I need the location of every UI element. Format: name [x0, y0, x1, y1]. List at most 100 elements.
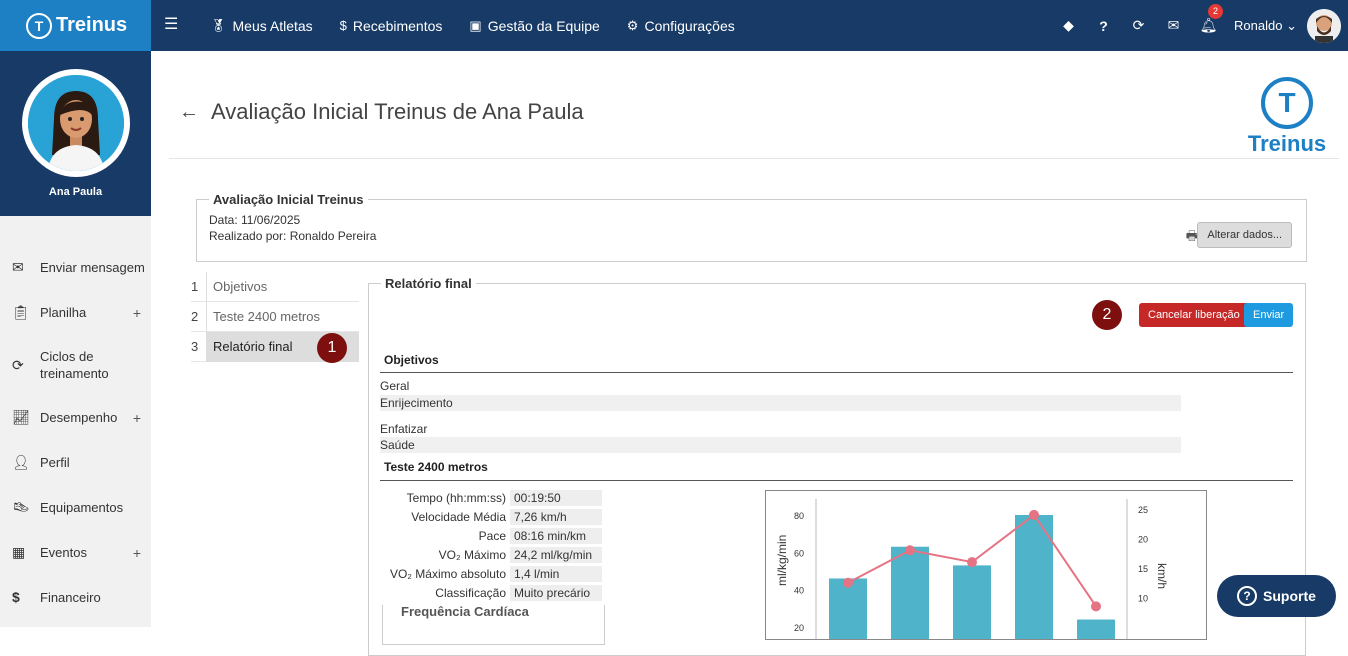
y-tick-label: 60: [794, 548, 804, 558]
evaluation-date: Data: 11/06/2025: [209, 213, 301, 227]
metric-row: VO₂ Máximo 24,2 ml/kg/min: [382, 545, 602, 564]
sidebar-item-equipamentos[interactable]: 👟︎ Equipamentos: [0, 499, 151, 516]
treinus-logo-icon: T: [1261, 77, 1313, 129]
nav-gestao-equipe[interactable]: ▣ Gestão da Equipe: [469, 18, 599, 34]
evaluation-box: Avaliação Inicial Treinus Data: 11/06/20…: [196, 192, 1307, 262]
chart-point: [1091, 601, 1101, 612]
user-menu[interactable]: Ronaldo ⌄: [1234, 18, 1297, 34]
treinus-logo-icon: T: [26, 12, 52, 39]
athlete-name: Ana Paula: [48, 186, 103, 198]
athlete-avatar-image: [27, 75, 124, 171]
back-arrow-icon[interactable]: ←: [179, 101, 199, 124]
step-teste-2400[interactable]: 2 Teste 2400 metros: [191, 301, 359, 332]
header-divider: [169, 158, 1339, 159]
sidebar: Ana Paula ✉ Enviar mensagem 📋︎ Planilha + ⟳…: [0, 51, 151, 627]
nav-meus-atletas[interactable]: 🏅︎ Meus Atletas: [210, 18, 313, 34]
plus-icon[interactable]: +: [133, 305, 141, 321]
metric-row: VO₂ Máximo absoluto 1,4 l/min: [382, 564, 602, 583]
general-label: Geral: [380, 379, 410, 393]
plus-icon[interactable]: +: [133, 545, 141, 561]
brand-logo[interactable]: T Treinus: [0, 0, 151, 51]
envelope-icon: ✉: [12, 259, 24, 275]
help-icon[interactable]: ?: [1086, 18, 1121, 34]
chevron-down-icon: ⌄: [1286, 17, 1297, 33]
page-header: ← Avaliação Inicial Treinus de Ana Paula: [179, 99, 584, 125]
sidebar-item-eventos[interactable]: ▦ Eventos +: [0, 544, 151, 561]
user-avatar[interactable]: [1307, 8, 1341, 43]
objectives-divider: [380, 372, 1293, 373]
test-chart: ml/kg/min km/h 80 60 40 20 25 20 15 10: [765, 490, 1207, 640]
metric-row: Tempo (hh:mm:ss) 00:19:50: [382, 488, 602, 507]
shoe-icon: 👟︎: [12, 499, 30, 515]
notifications-bell[interactable]: 🔔︎ 2: [1191, 4, 1226, 34]
chart-point: [967, 557, 977, 568]
nav-configuracoes[interactable]: ⚙ Configurações: [627, 18, 735, 34]
calendar-icon: ▦: [12, 544, 26, 560]
y2-tick-label: 15: [1138, 564, 1148, 574]
nav-recebimentos[interactable]: $ Recebimentos: [340, 18, 443, 34]
sidebar-item-desempenho[interactable]: 📈︎ Desempenho +: [0, 409, 151, 426]
sidebar-item-ciclos[interactable]: ⟳ Ciclos de treinamento: [0, 348, 151, 382]
sidebar-item-enviar-mensagem[interactable]: ✉ Enviar mensagem: [0, 259, 151, 276]
bell-icon: 🔔︎: [1199, 17, 1218, 33]
objectives-title: Objetivos: [384, 353, 439, 367]
dollar-icon: $: [339, 18, 347, 33]
cancel-release-button[interactable]: Cancelar liberação: [1139, 303, 1249, 327]
metric-row: Velocidade Média 7,26 km/h: [382, 507, 602, 526]
id-card-icon: ▣: [469, 17, 482, 33]
mail-icon[interactable]: ✉: [1156, 17, 1191, 34]
test-divider: [380, 480, 1293, 481]
emphasis-value: Saúde: [380, 437, 1181, 453]
chart-svg: ml/kg/min km/h 80 60 40 20 25 20 15 10: [775, 499, 1169, 639]
gears-icon: ⚙: [626, 17, 639, 33]
chart-bar: [891, 546, 929, 639]
page-title: Avaliação Inicial Treinus de Ana Paula: [211, 99, 584, 124]
edit-data-button[interactable]: Alterar dados...: [1197, 222, 1292, 248]
main-nav: 🏅︎ Meus Atletas $ Recebimentos ▣ Gestão da …: [210, 0, 735, 51]
sidebar-item-financeiro[interactable]: $ Financeiro: [0, 589, 151, 605]
user-avatar-image: [1307, 8, 1341, 43]
y-tick-label: 40: [794, 586, 804, 596]
main-content: ← Avaliação Inicial Treinus de Ana Paula…: [151, 51, 1348, 656]
user-icon: 👤︎: [12, 454, 30, 470]
emphasis-label: Enfatizar: [380, 422, 428, 436]
test-title: Teste 2400 metros: [384, 460, 488, 474]
sync-icon[interactable]: ⟳: [1121, 17, 1156, 34]
metric-row: Pace 08:16 min/km: [382, 526, 602, 545]
print-icon[interactable]: 🖶: [1186, 227, 1198, 249]
clipboard-icon: 📋︎: [12, 304, 30, 320]
graduation-cap-icon[interactable]: ◆: [1051, 17, 1086, 34]
metric-row: Classificação Muito precário: [382, 583, 602, 602]
sidebar-item-planilha[interactable]: 📋︎ Planilha +: [0, 304, 151, 321]
support-button[interactable]: ? Suporte: [1217, 575, 1336, 617]
top-tools: ◆ ? ⟳ ✉ 🔔︎ 2 Ronaldo ⌄: [1051, 0, 1348, 51]
chart-point: [843, 577, 853, 588]
report-legend: Relatório final: [385, 276, 472, 291]
chart-point: [1029, 509, 1039, 520]
y2-tick-label: 10: [1138, 594, 1148, 604]
general-value: Enrijecimento: [380, 395, 1181, 411]
y2-tick-label: 20: [1138, 535, 1148, 545]
annotation-marker-1: 1: [317, 333, 347, 363]
medal-icon: 🏅︎: [210, 17, 227, 33]
notification-badge: 2: [1208, 4, 1224, 19]
step-objetivos[interactable]: 1 Objetivos: [191, 271, 359, 302]
y-axis-label: ml/kg/min: [775, 535, 789, 586]
send-button[interactable]: Enviar: [1244, 303, 1294, 327]
evaluation-legend: Avaliação Inicial Treinus: [213, 192, 364, 207]
heart-rate-legend: Frequência Cardíaca: [397, 604, 533, 619]
cycle-icon: ⟳: [12, 356, 24, 373]
annotation-marker-2: 2: [1092, 300, 1122, 330]
y-tick-label: 80: [794, 511, 804, 521]
help-circle-icon: ?: [1237, 586, 1258, 606]
test-metrics: Tempo (hh:mm:ss) 00:19:50 Velocidade Médi…: [382, 488, 602, 602]
brand-name: Treinus: [56, 14, 128, 36]
chart-bar: [953, 565, 991, 639]
chart-bar: [1077, 619, 1115, 639]
top-navbar: T Treinus ☰ 🏅︎ Meus Atletas $ Recebimentos…: [0, 0, 1348, 51]
plus-icon[interactable]: +: [133, 410, 141, 426]
line-chart-icon: 📈︎: [12, 409, 30, 425]
sidebar-item-perfil[interactable]: 👤︎ Perfil: [0, 454, 151, 471]
menu-toggle-icon[interactable]: ☰: [164, 14, 178, 34]
athlete-avatar[interactable]: [21, 69, 130, 177]
